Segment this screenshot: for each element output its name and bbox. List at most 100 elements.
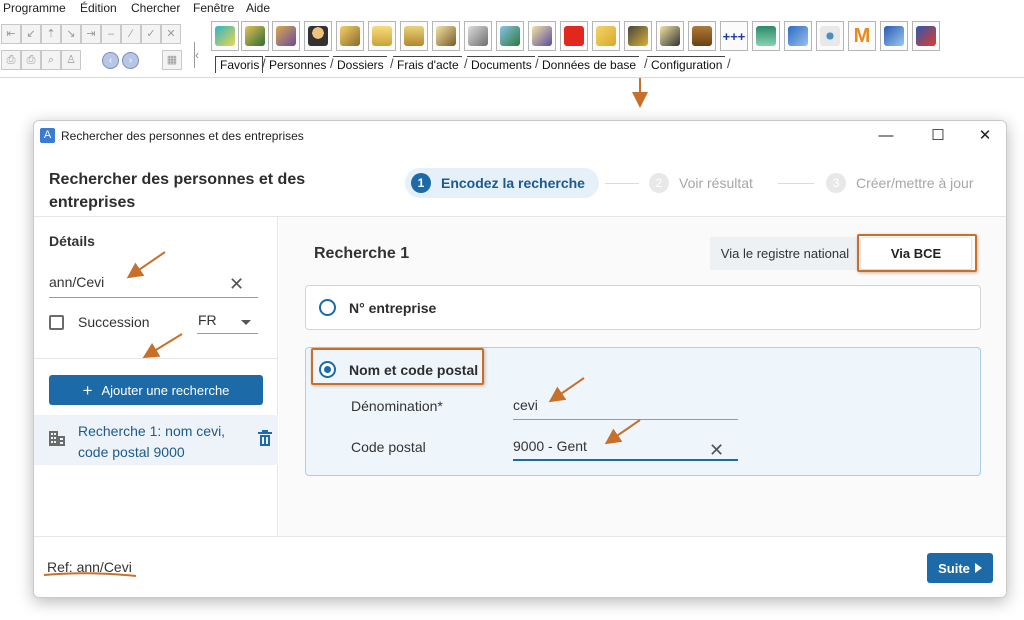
- minimize-icon[interactable]: —: [871, 125, 901, 147]
- succession-label: Succession: [78, 314, 150, 330]
- suite-button[interactable]: Suite: [927, 553, 993, 583]
- menu-chercher[interactable]: Chercher: [131, 1, 180, 15]
- succession-checkbox[interactable]: [49, 315, 64, 330]
- denomination-value: cevi: [513, 397, 538, 413]
- step-connector: [778, 183, 814, 184]
- card-reader-icon[interactable]: [624, 21, 652, 51]
- tab-frais-dacte[interactable]: Frais d'acte: [393, 56, 462, 73]
- search-list-item[interactable]: Recherche 1: nom cevi, code postal 9000: [34, 415, 278, 465]
- m-logo-icon[interactable]: M: [848, 21, 876, 51]
- eye-icon[interactable]: [816, 21, 844, 51]
- calculator-doc-icon[interactable]: [464, 21, 492, 51]
- person-card-icon[interactable]: [272, 21, 300, 51]
- add-search-button[interactable]: + Ajouter une recherche: [49, 375, 263, 405]
- toolbar-grip[interactable]: ‹: [194, 42, 200, 68]
- add-search-label: Ajouter une recherche: [101, 382, 230, 398]
- line-icon[interactable]: –: [101, 24, 121, 44]
- step-1-label: Encodez la recherche: [441, 175, 585, 191]
- option-enterprise-number[interactable]: N° entreprise: [305, 285, 981, 330]
- stamp-icon[interactable]: [688, 21, 716, 51]
- er-icon[interactable]: [912, 21, 940, 51]
- building-icon: [49, 431, 65, 446]
- page-title: Rechercher des personnes et des entrepri…: [49, 171, 306, 211]
- step-1[interactable]: 1 Encodez la recherche: [405, 168, 599, 198]
- tab-configuration[interactable]: Configuration: [647, 56, 726, 73]
- forward-circle-icon[interactable]: ›: [122, 52, 139, 69]
- home-icon[interactable]: [400, 21, 428, 51]
- highlight-name-postal: [311, 348, 484, 385]
- menu-fenetre[interactable]: Fenêtre: [193, 1, 234, 15]
- step-1-number: 1: [411, 173, 431, 193]
- highlight-via-bce: [857, 234, 977, 272]
- plus-icon: +: [82, 380, 93, 400]
- print-preview-icon[interactable]: ⎙: [21, 50, 41, 70]
- denomination-input[interactable]: cevi: [513, 391, 738, 420]
- postal-code-input[interactable]: 9000 - Gent ✕: [513, 432, 738, 461]
- step-2-label: Voir résultat: [679, 175, 753, 191]
- nav-first-icon[interactable]: ⇤: [1, 24, 21, 44]
- scan-icon[interactable]: ⌕: [41, 50, 61, 70]
- calculator-icon[interactable]: ▦: [162, 50, 182, 70]
- window-title: Rechercher des personnes et des entrepri…: [61, 129, 304, 143]
- document-person-icon[interactable]: [432, 21, 460, 51]
- language-value: FR: [198, 312, 217, 328]
- person-search-icon[interactable]: ♙: [61, 50, 81, 70]
- table-grid-icon[interactable]: [752, 21, 780, 51]
- checklist-icon[interactable]: [496, 21, 524, 51]
- postal-code-value: 9000 - Gent: [513, 438, 587, 454]
- app-logo-icon: A: [40, 128, 55, 143]
- nav-prev-icon[interactable]: ↙: [21, 24, 41, 44]
- menu-programme[interactable]: Programme: [3, 1, 66, 15]
- cross-icon[interactable]: ✕: [161, 24, 181, 44]
- reference-input[interactable]: ann/Cevi ✕: [49, 269, 258, 298]
- nav-next-icon[interactable]: ↘: [61, 24, 81, 44]
- step-2-number: 2: [649, 173, 669, 193]
- document-signed-icon[interactable]: [656, 21, 684, 51]
- search-dialog: A Rechercher des personnes et des entrep…: [33, 120, 1007, 598]
- trash-icon[interactable]: [258, 430, 272, 447]
- ssh-icon[interactable]: [880, 21, 908, 51]
- document-user-icon[interactable]: [528, 21, 556, 51]
- menu-aide[interactable]: Aide: [246, 1, 270, 15]
- network-icon[interactable]: [211, 21, 239, 51]
- tab-documents[interactable]: Documents: [467, 56, 535, 73]
- menu-bar: Programme Édition Chercher Fenêtre Aide: [0, 0, 1024, 18]
- menu-edition[interactable]: Édition: [80, 1, 117, 15]
- person-icon[interactable]: [304, 21, 332, 51]
- toggle-national-register[interactable]: Via le registre national: [710, 237, 860, 270]
- open-folder-icon[interactable]: [368, 21, 396, 51]
- slash-icon[interactable]: ∕: [121, 24, 141, 44]
- plus-plus-plus-icon[interactable]: +++: [720, 21, 748, 51]
- play-icon: [974, 563, 982, 573]
- chip-card-icon[interactable]: [592, 21, 620, 51]
- back-circle-icon[interactable]: ‹: [102, 52, 119, 69]
- tab-dossiers[interactable]: Dossiers: [333, 56, 387, 73]
- red-swirl-icon[interactable]: [560, 21, 588, 51]
- book-icon[interactable]: [784, 21, 812, 51]
- people-icon[interactable]: [241, 21, 269, 51]
- clear-postal-code-icon[interactable]: ✕: [709, 441, 724, 459]
- step-2[interactable]: 2 Voir résultat: [649, 168, 753, 198]
- clear-reference-icon[interactable]: ✕: [229, 275, 244, 293]
- enterprise-number-radio[interactable]: [319, 299, 336, 316]
- nav-up-icon[interactable]: ⇡: [41, 24, 61, 44]
- tab-donnees-de-base[interactable]: Données de base: [538, 56, 640, 73]
- check-icon[interactable]: ✓: [141, 24, 161, 44]
- tab-personnes[interactable]: Personnes: [265, 56, 330, 73]
- dialog-titlebar: A Rechercher des personnes et des entrep…: [34, 121, 1006, 151]
- print-icon[interactable]: ⎙: [1, 50, 21, 70]
- step-connector: [605, 183, 639, 184]
- dialog-header: Rechercher des personnes et des entrepri…: [34, 151, 1006, 217]
- maximize-icon[interactable]: ☐: [923, 125, 953, 147]
- step-3[interactable]: 3 Créer/mettre à jour: [826, 168, 973, 198]
- nav-last-icon[interactable]: ⇥: [81, 24, 101, 44]
- denomination-label: Dénomination*: [351, 398, 443, 414]
- dialog-footer: Ref: ann/Cevi Suite: [34, 536, 1006, 597]
- close-icon[interactable]: ✕: [970, 125, 1000, 147]
- suite-label: Suite: [938, 560, 970, 576]
- language-select[interactable]: FR: [197, 304, 258, 334]
- toolbar: ⇤ ↙ ⇡ ↘ ⇥ – ∕ ✓ ✕ ⎙ ⎙ ⌕ ♙ ‹ › ▦ ‹ +++ M …: [0, 18, 1024, 78]
- tab-favoris[interactable]: Favoris: [215, 56, 264, 73]
- folder-person-icon[interactable]: [336, 21, 364, 51]
- search-item-label: Recherche 1: nom cevi, code postal 9000: [78, 423, 226, 460]
